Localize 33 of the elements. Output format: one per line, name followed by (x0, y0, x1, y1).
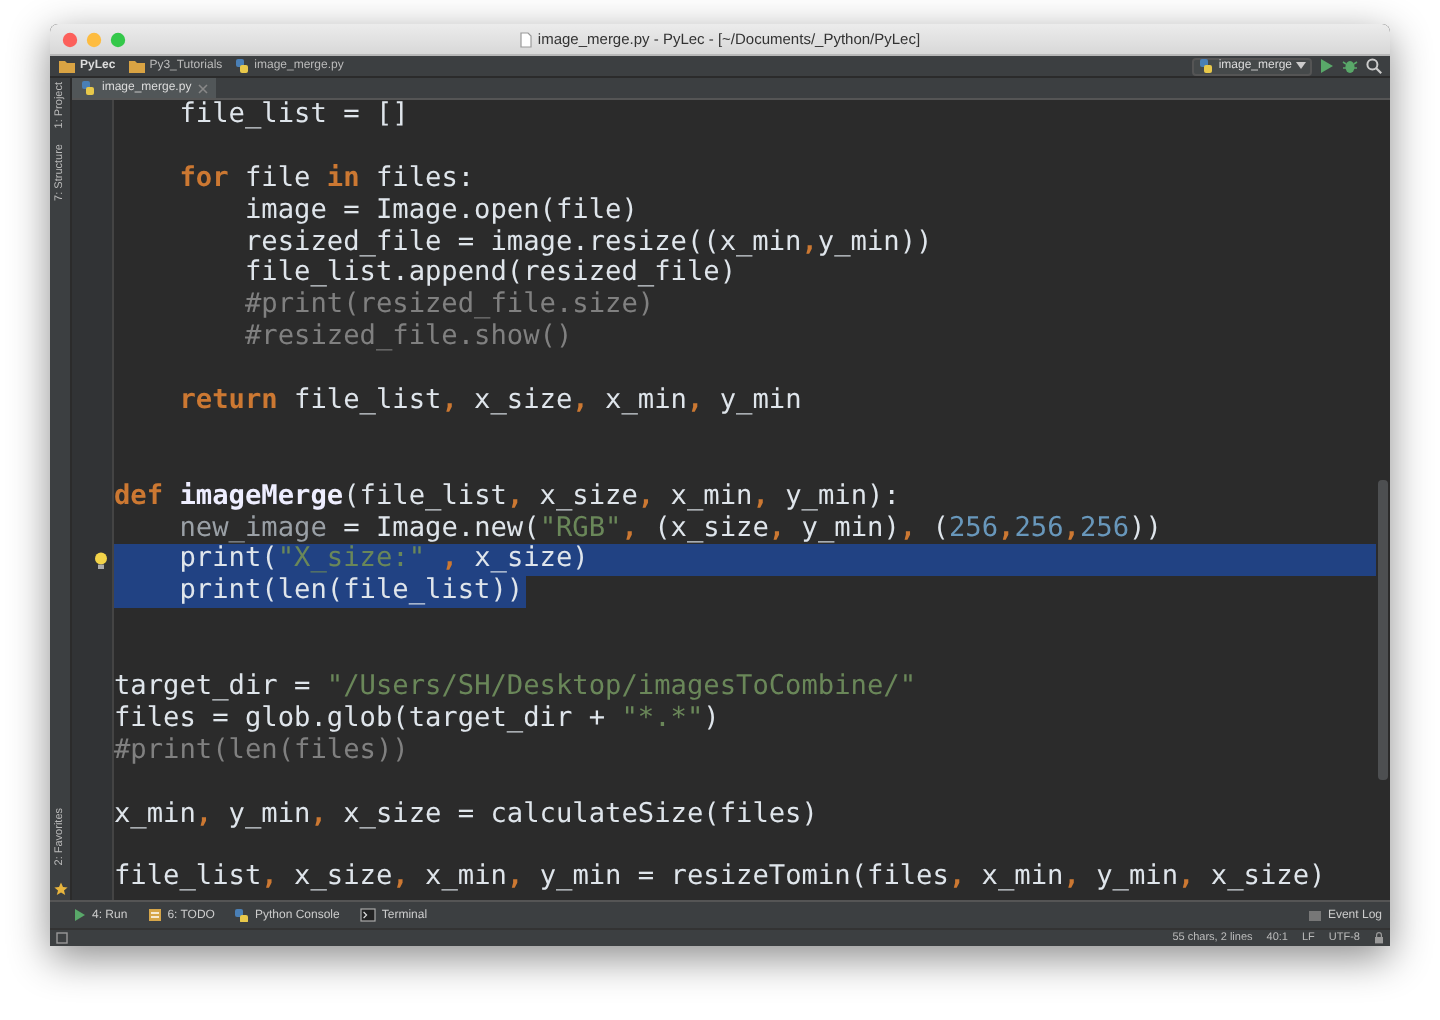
code-line: for file in files: (177, 163, 477, 196)
list-icon (147, 908, 162, 922)
code-line: def imageMerge(file_list, x_size, x_min, y_min): (114, 481, 902, 514)
scrollbar-thumb[interactable] (1378, 480, 1388, 780)
code-line: resized_file = image.resize((x_min,y_min)) (242, 227, 935, 259)
code-line: #print(resized_file.size) (242, 290, 657, 323)
lightbulb-icon[interactable] (94, 551, 108, 570)
code-line: #resized_file.show() (242, 322, 575, 355)
search-icon[interactable] (1366, 58, 1382, 74)
python-file-icon (80, 80, 96, 96)
caret-icon (1296, 62, 1306, 70)
code-line: #print(len(files)) (114, 735, 411, 768)
code-line: file_list = [] (177, 100, 411, 132)
python-console-icon (234, 908, 249, 922)
code-line: file_list, x_size, x_min, y_min = resizeTomin(files, x_min, y_min, x_size) (114, 862, 1328, 895)
document-icon (519, 31, 532, 47)
run-icon[interactable] (1320, 58, 1334, 74)
panel-toggle-icon[interactable] (56, 932, 68, 944)
run-icon (74, 908, 86, 922)
code-line: return file_list, x_size, x_min, y_min (177, 386, 804, 418)
python-file-icon (234, 58, 251, 74)
python-file-icon (1198, 58, 1215, 74)
star-icon (53, 882, 67, 896)
code-line: file_list.append(resized_file) (242, 258, 736, 291)
code-line: new_image = Image.new("RGB", (x_size, y_min), (256,256,256)) (177, 513, 1164, 545)
close-icon[interactable] (197, 83, 208, 93)
bug-icon[interactable] (1342, 58, 1358, 74)
code-line: target_dir = "/Users/SH/Desktop/imagesToCombine/" (114, 672, 919, 704)
code-line: x_min, y_min, x_size = calculateSize(files) (114, 799, 820, 831)
lock-icon[interactable] (1374, 932, 1384, 944)
terminal-icon (359, 908, 376, 922)
code-line: files = glob.glob(target_dir + "*.*") (114, 703, 722, 736)
code-line: image = Image.open(file) (242, 195, 640, 228)
